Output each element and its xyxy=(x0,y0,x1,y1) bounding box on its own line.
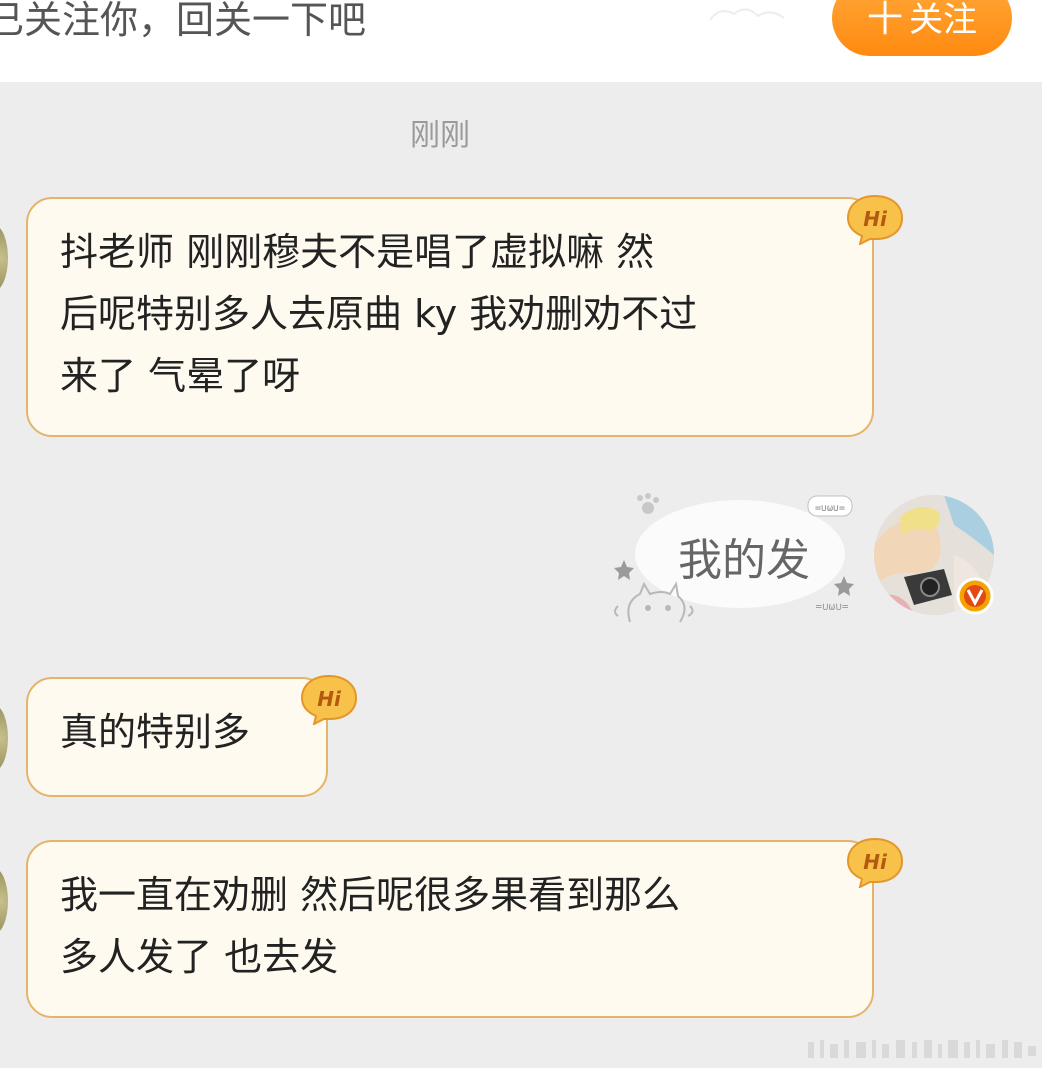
follow-back-notice: 已关注你，回关一下吧 xyxy=(0,0,367,42)
message-timestamp: 刚刚 xyxy=(410,118,470,153)
message-line: 我一直在劝删 然后呢很多果看到那么 xyxy=(60,873,681,917)
message-line: 后呢特别多人去原曲 ky 我劝删劝不过 xyxy=(60,292,698,336)
verified-v-icon xyxy=(956,577,994,615)
message-bubble[interactable]: 抖老师 刚刚穆夫不是唱了虚拟嘛 然 后呢特别多人去原曲 ky 我劝删劝不过 来了… xyxy=(26,197,874,437)
message-bubble[interactable]: 真的特别多 xyxy=(26,677,328,797)
message-text: 我的发 xyxy=(678,535,810,586)
kaomoji-bottom: =∪ω∪= xyxy=(815,600,848,613)
message-line: 多人发了 也去发 xyxy=(60,935,339,979)
message-line: 抖老师 刚刚穆夫不是唱了虚拟嘛 然 xyxy=(60,230,655,274)
hi-sticker-icon: Hi xyxy=(300,673,358,725)
watermark-icon xyxy=(808,1040,1036,1058)
paw-icon xyxy=(637,493,659,514)
sender-avatar[interactable] xyxy=(0,705,8,771)
message-line: 真的特别多 xyxy=(60,710,251,754)
sender-avatar[interactable] xyxy=(0,225,8,291)
top-bar: 已关注你，回关一下吧 十关注 xyxy=(0,0,1042,82)
message-bubble[interactable]: 我一直在劝删 然后呢很多果看到那么 多人发了 也去发 xyxy=(26,840,874,1018)
svg-text:=∪ω∪=: =∪ω∪= xyxy=(815,503,845,514)
hi-badge-text: Hi xyxy=(863,207,888,231)
hi-badge-text: Hi xyxy=(863,850,888,874)
hi-badge-text: Hi xyxy=(317,687,342,711)
sender-avatar[interactable] xyxy=(0,868,8,934)
follow-button[interactable]: 十关注 xyxy=(832,0,1012,56)
hi-sticker-icon: Hi xyxy=(846,836,904,888)
plus-icon: 十 xyxy=(866,0,903,40)
kaomoji-top: =∪ω∪= xyxy=(807,495,853,517)
decoration-icon xyxy=(709,8,785,21)
hi-sticker-icon: Hi xyxy=(846,193,904,245)
message-line: 来了 气晕了呀 xyxy=(60,354,301,398)
follow-button-label: 关注 xyxy=(909,0,977,40)
